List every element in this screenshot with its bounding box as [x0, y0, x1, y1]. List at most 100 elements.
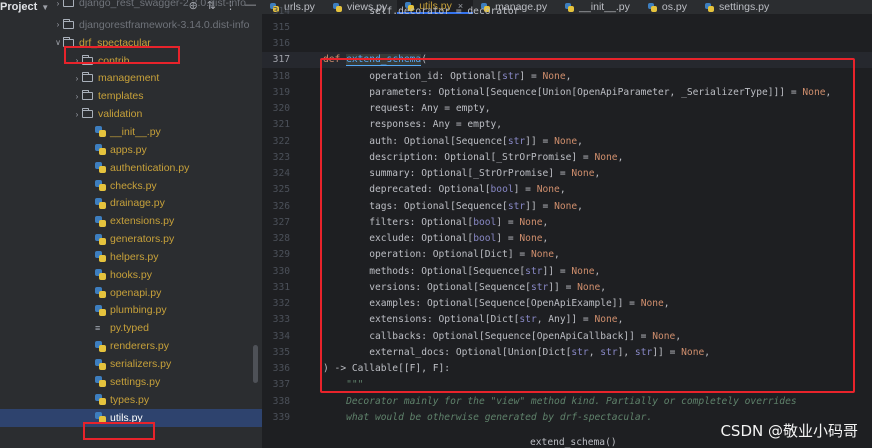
python-file-icon [95, 215, 106, 227]
line-number: 317 [272, 54, 290, 66]
tree-item-label: django_rest_swagger-2.2.0.dist-info [79, 0, 246, 9]
chevron-right-icon[interactable]: › [53, 20, 63, 29]
chevron-right-icon[interactable]: › [72, 56, 82, 65]
chevron-right-icon[interactable]: › [72, 110, 82, 119]
code-line[interactable]: 316 [262, 36, 872, 52]
tree-folder[interactable]: › djangorestframework-3.14.0.dist-info [0, 16, 262, 34]
tree-file[interactable]: helpers.py [0, 248, 262, 266]
code-line[interactable]: 318 operation_id: Optional[str] = None, [262, 68, 872, 84]
tree-file[interactable]: apps.py [0, 141, 262, 159]
tree-item-label: drf_spectacular [79, 36, 151, 49]
tree-folder[interactable]: ∨ drf_spectacular [0, 34, 262, 52]
python-file-icon [95, 412, 106, 424]
code-line[interactable]: 330 methods: Optional[Sequence[str]] = N… [262, 263, 872, 279]
code-text: operation_id: Optional[str] = None, [323, 70, 572, 82]
line-number: 334 [272, 330, 290, 342]
code-line[interactable]: 333 extensions: Optional[Dict[str, Any]]… [262, 312, 872, 328]
chevron-right-icon[interactable]: › [53, 0, 63, 8]
tree-item-label: __init__.py [110, 125, 161, 138]
code-line[interactable]: 327 filters: Optional[bool] = None, [262, 214, 872, 230]
tree-file[interactable]: generators.py [0, 230, 262, 248]
code-line[interactable]: 328 exclude: Optional[bool] = None, [262, 231, 872, 247]
line-number: 314 [272, 5, 290, 17]
tree-file[interactable]: renderers.py [0, 337, 262, 355]
tree-item-label: checks.py [110, 179, 157, 192]
code-line[interactable]: 335 external_docs: Optional[Union[Dict[s… [262, 344, 872, 360]
code-line[interactable]: 329 operation: Optional[Dict] = None, [262, 247, 872, 263]
chevron-right-icon[interactable]: › [72, 74, 82, 83]
code-line[interactable]: 332 examples: Optional[Sequence[OpenApiE… [262, 296, 872, 312]
python-file-icon [95, 376, 106, 388]
tree-folder[interactable]: › contrib [0, 52, 262, 70]
tree-file[interactable]: openapi.py [0, 284, 262, 302]
line-number: 329 [272, 249, 290, 261]
code-text: parameters: Optional[Sequence[Union[Open… [323, 86, 832, 98]
code-text: auth: Optional[Sequence[str]] = None, [323, 135, 583, 147]
chevron-right-icon[interactable]: › [72, 92, 82, 101]
tree-item-label: renderers.py [110, 340, 169, 353]
tree-file[interactable]: utils.py [0, 408, 262, 427]
code-line[interactable]: 331 versions: Optional[Sequence[str]] = … [262, 279, 872, 295]
code-line[interactable]: 324 summary: Optional[_StrOrPromise] = N… [262, 166, 872, 182]
folder-icon [63, 36, 74, 47]
tree-file[interactable]: plumbing.py [0, 301, 262, 319]
line-number: 324 [272, 168, 290, 179]
line-number: 319 [272, 86, 290, 98]
code-text: self.decorator = decorator [323, 5, 520, 17]
tree-folder[interactable]: › templates [0, 87, 262, 105]
tree-item-label: validation [98, 108, 143, 121]
breadcrumb[interactable]: extend_schema() [530, 437, 617, 448]
tree-item-label: helpers.py [110, 250, 159, 263]
tree-item-label: hooks.py [110, 268, 153, 281]
tree-folder[interactable]: › management [0, 69, 262, 87]
tree-folder[interactable]: › django_rest_swagger-2.2.0.dist-info [0, 0, 262, 12]
code-line[interactable]: 325 deprecated: Optional[bool] = None, [262, 182, 872, 198]
line-number: 320 [272, 103, 290, 114]
tree-item-label: plumbing.py [110, 304, 167, 317]
line-number: 327 [272, 216, 290, 228]
code-text: def extend_schema( [323, 54, 427, 67]
tree-item-label: djangorestframework-3.14.0.dist-info [79, 18, 250, 31]
text-file-icon: ≡ [95, 323, 101, 334]
chevron-down-icon[interactable]: ∨ [53, 38, 63, 47]
tree-file[interactable]: drainage.py [0, 194, 262, 212]
code-line[interactable]: 337 """ [262, 377, 872, 393]
code-line[interactable]: 320 request: Any = empty, [262, 101, 872, 117]
tree-scrollbar[interactable] [253, 345, 258, 383]
tree-file[interactable]: extensions.py [0, 212, 262, 230]
tree-file[interactable]: hooks.py [0, 266, 262, 284]
tree-file[interactable]: ≡ py.typed [0, 319, 262, 337]
code-line[interactable]: 326 tags: Optional[Sequence[str]] = None… [262, 198, 872, 214]
line-number: 336 [272, 363, 290, 374]
tree-file[interactable]: serializers.py [0, 355, 262, 373]
code-line[interactable]: 322 auth: Optional[Sequence[str]] = None… [262, 133, 872, 149]
code-line[interactable]: 315 [262, 19, 872, 35]
tree-file[interactable]: __init__.py [0, 123, 262, 141]
code-line[interactable]: 319 parameters: Optional[Sequence[Union[… [262, 84, 872, 100]
code-line[interactable]: 317 def extend_schema( [262, 51, 872, 68]
tree-file[interactable]: authentication.py [0, 159, 262, 177]
tree-file[interactable]: settings.py [0, 373, 262, 391]
folder-icon [82, 90, 93, 101]
code-text: filters: Optional[bool] = None, [323, 216, 549, 228]
line-number: 321 [272, 119, 290, 131]
python-file-icon [95, 394, 106, 406]
tree-file[interactable]: checks.py [0, 177, 262, 195]
code-text: versions: Optional[Sequence[str]] = None… [323, 281, 607, 293]
code-line[interactable]: 321 responses: Any = empty, [262, 117, 872, 133]
code-line[interactable]: 323 description: Optional[_StrOrPromise]… [262, 149, 872, 165]
python-file-icon [95, 162, 106, 174]
code-line[interactable]: 314 self.decorator = decorator [262, 3, 872, 19]
code-line[interactable]: 334 callbacks: Optional[Sequence[OpenApi… [262, 328, 872, 344]
tree-folder[interactable]: › validation [0, 105, 262, 123]
tree-item-label: authentication.py [110, 161, 190, 174]
python-file-icon [95, 340, 106, 352]
code-line[interactable]: 336) -> Callable[[F], F]: [262, 361, 872, 377]
code-text: callbacks: Optional[Sequence[OpenApiCall… [323, 330, 682, 342]
folder-icon [82, 108, 93, 119]
tree-file[interactable]: types.py [0, 391, 262, 409]
line-number: 335 [272, 346, 290, 358]
code-line[interactable]: 338 Decorator mainly for the "view" meth… [262, 393, 872, 409]
line-number: 333 [272, 314, 290, 326]
code-text: description: Optional[_StrOrPromise] = N… [323, 151, 624, 163]
